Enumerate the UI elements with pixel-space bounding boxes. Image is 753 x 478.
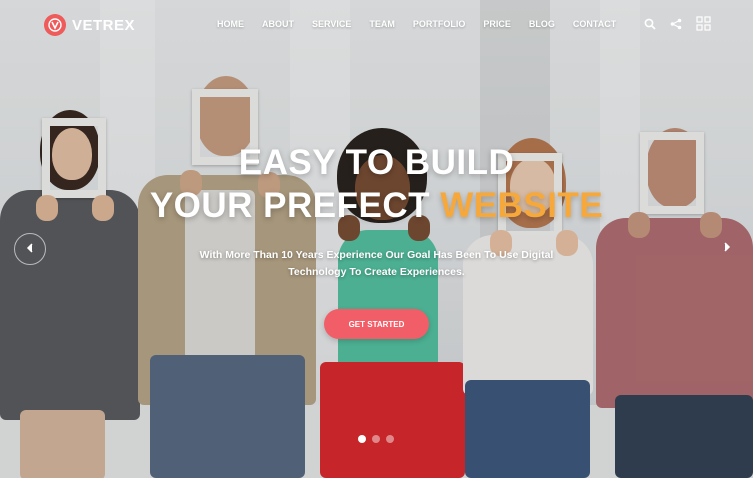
nav-price[interactable]: PRICE	[483, 19, 511, 29]
hero-subtitle-line1: With More Than 10 Years Experience Our G…	[199, 249, 554, 261]
slider-prev-button[interactable]	[14, 233, 46, 265]
overlay	[0, 0, 753, 478]
chevron-left-icon	[26, 240, 34, 258]
nav-team[interactable]: TEAM	[369, 19, 395, 29]
nav-home[interactable]: HOME	[217, 19, 244, 29]
search-icon[interactable]	[644, 18, 656, 30]
header: VETREX HOME ABOUT SERVICE TEAM PORTFOLIO…	[0, 0, 753, 50]
hero-subtitle: With More Than 10 Years Experience Our G…	[180, 247, 573, 281]
hero-headline-accent: WEBSITE	[440, 186, 604, 225]
nav-contact[interactable]: CONTACT	[573, 19, 616, 29]
hero-slide	[0, 0, 753, 478]
nav-service[interactable]: SERVICE	[312, 19, 351, 29]
slider-dot[interactable]	[372, 435, 380, 443]
slider-dot[interactable]	[358, 435, 366, 443]
nav-blog[interactable]: BLOG	[529, 19, 555, 29]
hero-headline-line2: YOUR PREFECT WEBSITE	[0, 186, 753, 226]
hero-subtitle-line2: Technology To Create Experiences.	[288, 266, 465, 278]
slider-dot[interactable]	[386, 435, 394, 443]
slider-next-button[interactable]	[712, 233, 742, 263]
main-nav: HOME ABOUT SERVICE TEAM PORTFOLIO PRICE …	[208, 19, 625, 29]
logo-mark-icon	[44, 14, 66, 36]
slider-dots	[358, 435, 400, 443]
hero-headline-prefix: YOUR PREFECT	[149, 186, 441, 225]
grid-menu-icon[interactable]	[696, 16, 711, 31]
logo[interactable]: VETREX	[44, 14, 135, 36]
nav-portfolio[interactable]: PORTFOLIO	[413, 19, 466, 29]
chevron-right-icon	[723, 239, 731, 257]
hero-headline-line1: EASY TO BUILD	[238, 143, 515, 182]
header-tools	[630, 16, 711, 31]
get-started-button[interactable]: GET STARTED	[324, 309, 429, 339]
nav-about[interactable]: ABOUT	[262, 19, 294, 29]
brand-name: VETREX	[72, 16, 136, 34]
share-icon[interactable]	[670, 18, 682, 30]
